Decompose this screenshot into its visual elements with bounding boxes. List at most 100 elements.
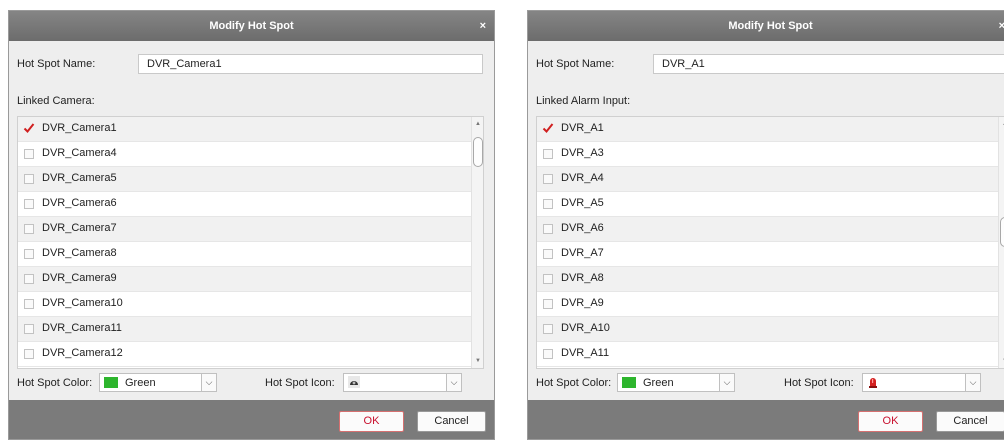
hot-spot-color-select[interactable]: Green ⌵ [99,373,217,392]
dialog-titlebar: Modify Hot Spot × [528,11,1004,41]
list-scrollbar[interactable]: ▲ ▼ [471,117,483,368]
hot-spot-name-label: Hot Spot Name: [536,58,615,70]
list-item-label: DVR_A3 [561,147,604,159]
list-item[interactable]: DVR_Camera5 [18,167,473,192]
linked-camera-list: DVR_Camera1 DVR_Camera4 DVR_Camera5 DVR_… [17,116,484,369]
checkbox-icon[interactable] [24,174,34,184]
list-item[interactable]: DVR_A10 [537,317,1000,342]
linked-camera-label: Linked Camera: [17,95,95,107]
checkbox-checked-icon[interactable] [542,123,554,134]
list-item[interactable]: DVR_A4 [537,167,1000,192]
list-item[interactable]: DVR_A11 [537,342,1000,367]
checkbox-icon[interactable] [24,274,34,284]
list-item-label: DVR_Camera4 [42,147,117,159]
list-item[interactable]: DVR_Camera1 [18,117,473,142]
checkbox-icon[interactable] [24,149,34,159]
modify-hot-spot-dialog-camera: Modify Hot Spot × Hot Spot Name: DVR_Cam… [8,10,495,440]
list-item[interactable]: DVR_Camera12 [18,342,473,367]
list-item[interactable]: DVR_Camera4 [18,142,473,167]
cancel-button[interactable]: Cancel [417,411,486,432]
list-item[interactable]: DVR_Camera7 [18,217,473,242]
dialog-footer: OK Cancel [528,400,1004,439]
dialog-titlebar: Modify Hot Spot × [9,11,494,41]
hot-spot-icon-label: Hot Spot Icon: [265,377,335,389]
checkbox-icon[interactable] [543,174,553,184]
list-item-label: DVR_Camera7 [42,222,117,234]
modify-hot-spot-dialog-alarm: Modify Hot Spot × Hot Spot Name: DVR_A1 … [527,10,1004,440]
dialog-title: Modify Hot Spot [728,20,813,32]
chevron-down-icon[interactable]: ⌵ [719,374,734,391]
linked-alarm-input-label: Linked Alarm Input: [536,95,631,107]
checkbox-icon[interactable] [543,249,553,259]
list-item-label: DVR_A6 [561,222,604,234]
list-item-label: DVR_A4 [561,172,604,184]
cancel-button[interactable]: Cancel [936,411,1004,432]
list-item-label: DVR_A1 [561,122,604,134]
list-item-label: DVR_Camera10 [42,297,123,309]
hot-spot-color-select[interactable]: Green ⌵ [617,373,735,392]
list-item[interactable]: DVR_A9 [537,292,1000,317]
scroll-down-icon[interactable]: ▼ [474,357,482,365]
list-item-label: DVR_A10 [561,322,610,334]
chevron-down-icon[interactable]: ⌵ [201,374,216,391]
list-item-label: DVR_Camera1 [42,122,117,134]
list-scrollbar[interactable]: ▲ ▼ [998,117,1004,368]
list-item[interactable]: DVR_Camera6 [18,192,473,217]
hot-spot-icon-label: Hot Spot Icon: [784,377,854,389]
checkbox-icon[interactable] [543,274,553,284]
hot-spot-color-value: Green [125,377,156,389]
list-item-label: DVR_Camera9 [42,272,117,284]
list-item-label: DVR_Camera5 [42,172,117,184]
hot-spot-name-input[interactable]: DVR_A1 [653,54,1004,74]
hot-spot-name-input[interactable]: DVR_Camera1 [138,54,483,74]
checkbox-icon[interactable] [24,249,34,259]
ok-button[interactable]: OK [858,411,923,432]
hot-spot-color-label: Hot Spot Color: [17,377,93,389]
hot-spot-icon-select[interactable]: ⌵ [343,373,462,392]
camera-dome-icon [348,376,360,388]
list-item[interactable]: DVR_A5 [537,192,1000,217]
hot-spot-icon-select[interactable]: ⌵ [862,373,981,392]
hot-spot-color-value: Green [643,377,674,389]
checkbox-icon[interactable] [543,199,553,209]
checkbox-icon[interactable] [24,324,34,334]
chevron-down-icon[interactable]: ⌵ [446,374,461,391]
chevron-down-icon[interactable]: ⌵ [965,374,980,391]
checkbox-icon[interactable] [24,299,34,309]
list-item[interactable]: DVR_Camera11 [18,317,473,342]
checkbox-checked-icon[interactable] [23,123,35,134]
checkbox-icon[interactable] [24,199,34,209]
list-item[interactable]: DVR_A3 [537,142,1000,167]
green-swatch [622,377,636,388]
dialog-footer: OK Cancel [9,400,494,439]
checkbox-icon[interactable] [543,299,553,309]
hot-spot-name-label: Hot Spot Name: [17,58,96,70]
linked-alarm-input-list: DVR_A1 DVR_A3 DVR_A4 DVR_A5 DVR_A6 DVR_A… [536,116,1004,369]
list-item[interactable]: DVR_A1 [537,117,1000,142]
list-item[interactable]: DVR_Camera10 [18,292,473,317]
scroll-thumb[interactable] [473,137,483,167]
list-item-label: DVR_Camera11 [42,322,122,334]
scroll-up-icon[interactable]: ▲ [474,120,482,128]
ok-button[interactable]: OK [339,411,404,432]
list-item[interactable]: DVR_A7 [537,242,1000,267]
hot-spot-color-label: Hot Spot Color: [536,377,612,389]
checkbox-icon[interactable] [24,224,34,234]
list-item[interactable]: DVR_A8 [537,267,1000,292]
close-icon[interactable]: × [480,11,486,41]
list-item-label: DVR_A7 [561,247,604,259]
close-icon[interactable]: × [999,11,1004,41]
checkbox-icon[interactable] [24,349,34,359]
list-item-label: DVR_Camera6 [42,197,117,209]
list-item-label: DVR_A5 [561,197,604,209]
list-item[interactable]: DVR_Camera9 [18,267,473,292]
checkbox-icon[interactable] [543,224,553,234]
list-item[interactable]: DVR_Camera8 [18,242,473,267]
alarm-siren-icon [867,376,879,388]
checkbox-icon[interactable] [543,324,553,334]
checkbox-icon[interactable] [543,149,553,159]
list-item-label: DVR_A9 [561,297,604,309]
checkbox-icon[interactable] [543,349,553,359]
list-item[interactable]: DVR_A6 [537,217,1000,242]
scroll-thumb[interactable] [1000,217,1004,247]
